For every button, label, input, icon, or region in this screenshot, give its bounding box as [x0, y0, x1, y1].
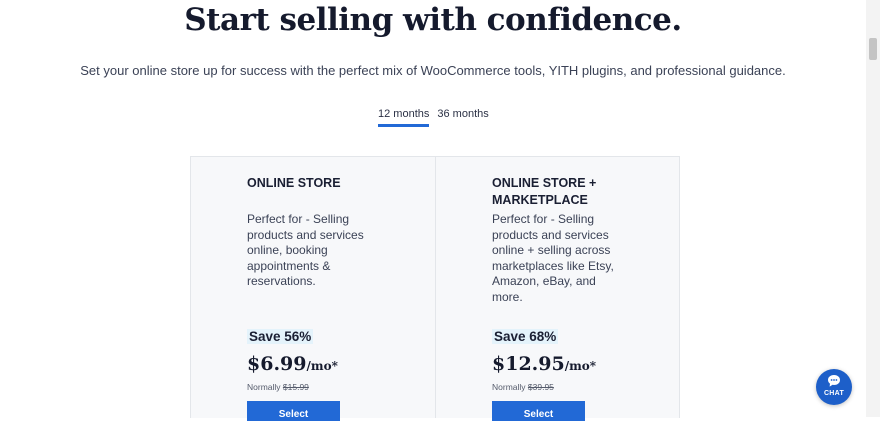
savings-badge: Save 68%: [492, 329, 559, 344]
select-button[interactable]: Select: [492, 401, 585, 421]
strikethrough-price: $15.99: [282, 382, 309, 392]
normally-label: Normally: [492, 382, 526, 392]
plan-card-online-store: ONLINE STORE Perfect for - Selling produ…: [191, 157, 435, 421]
price-amount: $12.95: [492, 353, 565, 375]
plan-price: $6.99/mo*: [247, 353, 338, 375]
chat-button[interactable]: CHAT: [816, 369, 852, 405]
plan-title-line: ONLINE STORE +: [492, 176, 597, 190]
tab-12-months[interactable]: 12 months: [378, 108, 430, 127]
scrollbar-thumb[interactable]: [869, 38, 877, 60]
savings-badge: Save 56%: [247, 329, 314, 344]
chat-label: CHAT: [823, 390, 845, 397]
billing-period-tabs: 12 months 36 months: [378, 108, 489, 127]
plan-title-line: MARKETPLACE: [492, 193, 588, 207]
plan-description-line: marketplaces like Etsy,: [492, 258, 614, 273]
plan-price: $12.95/mo*: [492, 353, 596, 375]
price-period: /mo*: [564, 359, 597, 373]
plan-title: ONLINE STORE + MARKETPLACE: [492, 175, 662, 209]
select-button[interactable]: Select: [247, 401, 340, 421]
plan-description-line: reservations.: [247, 274, 316, 288]
price-period: /mo*: [306, 359, 338, 373]
plan-description: Perfect for - Selling products and servi…: [492, 212, 632, 305]
plan-description-line: more.: [492, 289, 523, 304]
plan-title-line: ONLINE STORE: [247, 176, 341, 190]
plan-description-line: Amazon, eBay, and: [492, 274, 596, 288]
plan-description: Perfect for - Selling products and servi…: [247, 212, 387, 290]
plan-description-line: appointments &: [247, 258, 331, 273]
strikethrough-price: $39.95: [527, 382, 554, 392]
price-amount: $6.99: [247, 353, 307, 375]
page-subtitle: Set your online store up for success wit…: [80, 63, 786, 78]
vertical-scrollbar[interactable]: [866, 0, 880, 417]
plan-description-line: Perfect for - Selling: [492, 212, 595, 226]
normal-price: Normally $15.99: [247, 382, 309, 392]
normal-price: Normally $39.95: [492, 382, 554, 392]
chat-bubble-icon: [828, 375, 840, 387]
normally-label: Normally: [247, 382, 281, 392]
plan-description-line: products and services: [247, 227, 364, 242]
plan-title: ONLINE STORE: [247, 175, 417, 192]
plan-card-online-store-marketplace: ONLINE STORE + MARKETPLACE Perfect for -…: [435, 157, 679, 421]
pricing-cards: ONLINE STORE Perfect for - Selling produ…: [190, 156, 680, 421]
page-title: Start selling with confidence.: [184, 2, 682, 38]
plan-description-line: online + selling across: [492, 243, 611, 257]
tab-36-months[interactable]: 36 months: [437, 108, 488, 127]
plan-description-line: online, booking: [247, 243, 328, 257]
plan-description-line: Perfect for - Selling: [247, 212, 350, 226]
plan-description-line: products and services: [492, 227, 609, 242]
